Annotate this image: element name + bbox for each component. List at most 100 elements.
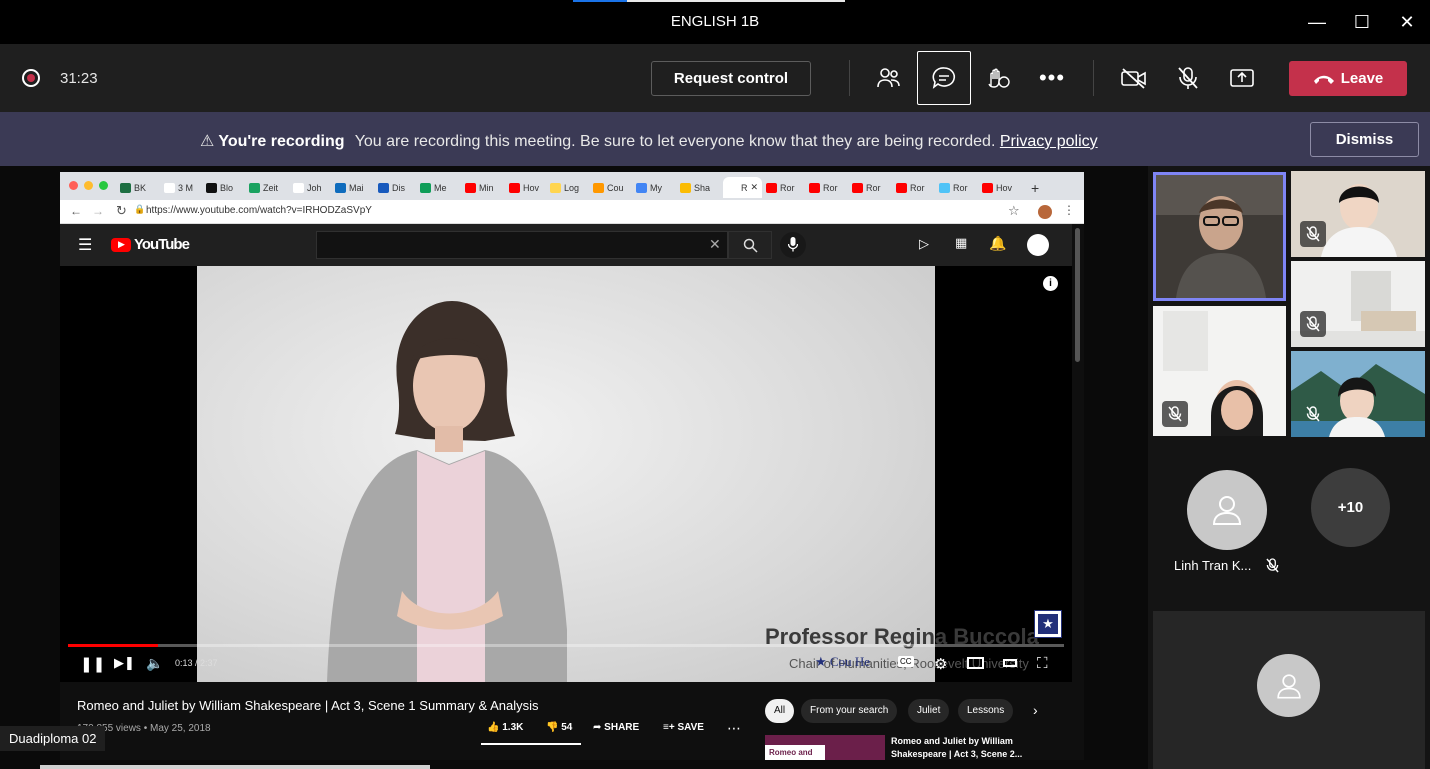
more-actions-icon[interactable]: ⋯: [727, 720, 741, 737]
browser-tab[interactable]: Blo: [206, 177, 233, 198]
browser-tab[interactable]: Ror: [766, 177, 795, 198]
overflow-participants-button[interactable]: +10: [1311, 468, 1390, 547]
share-icon[interactable]: [1224, 60, 1260, 96]
window-title: ENGLISH 1B: [670, 13, 760, 30]
settings-gear-icon[interactable]: ⚙: [934, 655, 947, 673]
youtube-search-input[interactable]: ✕: [316, 231, 728, 259]
mic-off-icon[interactable]: [1170, 60, 1206, 96]
tab-label: Cou: [607, 182, 624, 193]
clear-search-icon[interactable]: ✕: [709, 236, 721, 253]
create-video-icon[interactable]: ▷: [919, 236, 929, 252]
like-button[interactable]: 👍 1.3K: [487, 722, 523, 733]
browser-tab[interactable]: Ror: [852, 177, 881, 198]
tab-label: BK: [134, 182, 147, 193]
browser-tab[interactable]: Ror: [896, 177, 925, 198]
chips-next-icon[interactable]: ›: [1033, 702, 1038, 718]
hamburger-menu-icon[interactable]: ☰: [78, 235, 92, 255]
dismiss-button[interactable]: Dismiss: [1310, 122, 1419, 157]
subtitles-icon[interactable]: CC: [898, 656, 914, 667]
browser-tab[interactable]: Mai: [335, 177, 364, 198]
browser-menu-icon[interactable]: ⋮: [1063, 203, 1075, 217]
tab-favicon-icon: [593, 182, 604, 193]
self-view-tile[interactable]: [1153, 611, 1425, 769]
maximize-icon[interactable]: ☐: [1350, 10, 1374, 34]
channel-watermark[interactable]: ★: [1034, 610, 1062, 638]
browser-tab[interactable]: My: [636, 177, 662, 198]
account-avatar[interactable]: [1027, 234, 1049, 256]
info-icon[interactable]: i: [1043, 276, 1058, 291]
participant-tile-5[interactable]: [1291, 351, 1425, 437]
dislike-button[interactable]: 👎 54: [546, 722, 572, 733]
video-player[interactable]: Professor Regina Buccola Chair of Humani…: [60, 266, 1072, 682]
browser-tab[interactable]: Dis: [378, 177, 405, 198]
voice-search-icon[interactable]: [780, 232, 806, 258]
reload-icon[interactable]: ↻: [116, 203, 127, 219]
pause-icon[interactable]: ❚❚: [80, 655, 105, 673]
tab-label: Ror: [866, 182, 881, 193]
chat-icon[interactable]: [917, 51, 971, 105]
tab-close-icon[interactable]: ✕: [751, 182, 759, 193]
browser-tab[interactable]: Zeit: [249, 177, 278, 198]
participant-tile-4[interactable]: [1153, 306, 1286, 436]
person-icon: [1212, 496, 1242, 525]
browser-tab[interactable]: 3 M: [164, 177, 193, 198]
browser-tab[interactable]: Ror: [809, 177, 838, 198]
participant-tile-active-speaker[interactable]: [1153, 172, 1286, 301]
browser-tab[interactable]: Log: [550, 177, 579, 198]
request-control-button[interactable]: Request control: [651, 61, 811, 96]
tab-favicon-icon: [727, 182, 738, 193]
participant-tile-2[interactable]: [1291, 171, 1425, 257]
tab-favicon-icon: [465, 182, 476, 193]
browser-tab[interactable]: BK: [120, 177, 146, 198]
minimize-icon[interactable]: —: [1305, 10, 1329, 34]
recommended-title[interactable]: Romeo and Juliet by William Shakespeare …: [891, 735, 1041, 760]
miniplayer-icon[interactable]: [967, 657, 984, 669]
filter-chip[interactable]: Juliet: [908, 699, 950, 723]
browser-tab[interactable]: Sha: [680, 177, 710, 198]
browser-tab[interactable]: R ✕: [723, 177, 763, 198]
back-icon[interactable]: ←: [70, 204, 82, 218]
traffic-light-close-icon: [69, 181, 78, 190]
filter-chip[interactable]: Lessons: [958, 699, 1014, 723]
notifications-bell-icon[interactable]: 🔔: [989, 235, 1006, 252]
recommended-thumbnail[interactable]: Romeo and: [765, 735, 885, 760]
participant-tile-3[interactable]: [1291, 261, 1425, 347]
privacy-policy-link[interactable]: Privacy policy: [1000, 133, 1098, 150]
participant-avatar[interactable]: [1187, 470, 1267, 550]
filter-chip[interactable]: All: [765, 699, 795, 723]
reactions-icon[interactable]: [980, 60, 1016, 96]
browser-tab[interactable]: Cou: [593, 177, 624, 198]
browser-tab[interactable]: Min: [465, 177, 494, 198]
browser-tab[interactable]: Me: [420, 177, 447, 198]
browser-tab[interactable]: Hov: [509, 177, 539, 198]
loading-bar: [573, 0, 627, 2]
url-text[interactable]: https://www.youtube.com/watch?v=IRHODZaS…: [146, 205, 372, 216]
browser-tab[interactable]: Hov: [982, 177, 1012, 198]
apps-grid-icon[interactable]: ▦: [955, 235, 967, 251]
close-icon[interactable]: ✕: [1395, 10, 1419, 34]
save-button[interactable]: ≡+ SAVE: [663, 722, 704, 733]
volume-icon[interactable]: 🔈: [146, 655, 163, 672]
more-icon[interactable]: •••: [1034, 60, 1070, 96]
tab-label: Min: [479, 182, 494, 193]
browser-tab[interactable]: Ror: [939, 177, 968, 198]
page-scrollbar[interactable]: [1075, 228, 1080, 362]
tab-favicon-icon: [378, 182, 389, 193]
fullscreen-icon[interactable]: ⛶: [1037, 655, 1048, 672]
leave-button[interactable]: Leave: [1289, 61, 1407, 96]
tab-favicon-icon: [335, 182, 346, 193]
stage-scrollbar[interactable]: [40, 765, 430, 769]
browser-tab[interactable]: Joh: [293, 177, 322, 198]
people-icon[interactable]: [871, 60, 907, 96]
new-tab-icon[interactable]: +: [1031, 177, 1039, 198]
player-progress-bar[interactable]: [68, 644, 1064, 647]
forward-icon[interactable]: →: [92, 204, 104, 218]
next-icon[interactable]: ▶❚: [114, 655, 135, 671]
profile-avatar[interactable]: [1038, 205, 1052, 219]
bookmark-star-icon[interactable]: ☆: [1008, 203, 1020, 219]
theater-mode-icon[interactable]: [1003, 659, 1017, 667]
filter-chip[interactable]: From your search: [801, 699, 898, 723]
share-button[interactable]: ➦ SHARE: [593, 722, 639, 733]
youtube-search-button[interactable]: [728, 231, 772, 259]
camera-off-icon[interactable]: [1116, 60, 1152, 96]
